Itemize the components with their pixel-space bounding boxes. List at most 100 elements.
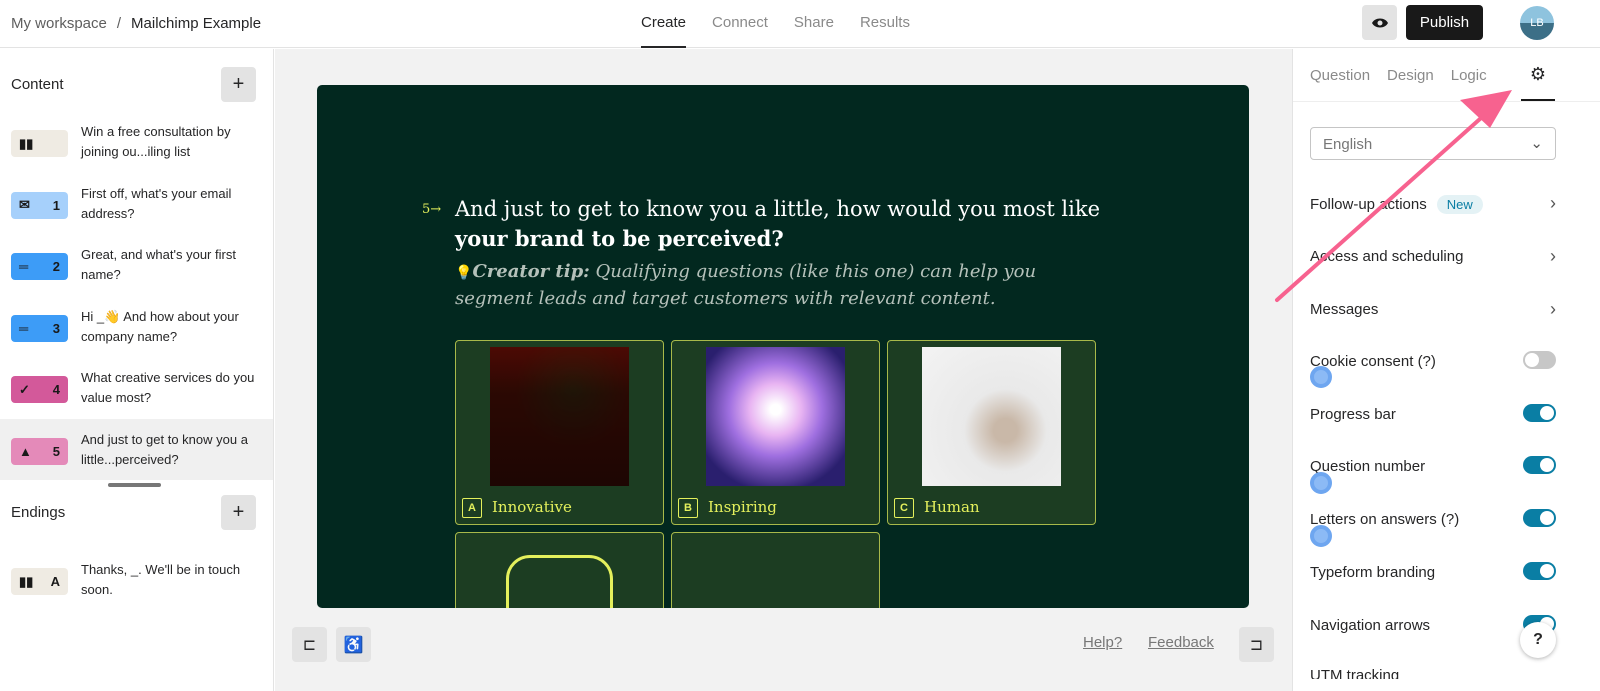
choice-other[interactable] xyxy=(455,532,664,608)
item-badge: ▲ 5 xyxy=(11,437,68,465)
settings-panel: Question Design Logic ⚙ English ⌄ Follow-… xyxy=(1292,49,1600,691)
arrow-right-icon: → xyxy=(430,202,442,217)
tab-connect[interactable]: Connect xyxy=(712,0,768,48)
utm-tracking-link[interactable]: UTM tracking xyxy=(1310,667,1556,679)
tab-create[interactable]: Create xyxy=(641,0,687,48)
tab-settings[interactable]: ⚙ xyxy=(1521,49,1555,101)
item-text: First off, what's your email address? xyxy=(81,185,232,221)
choice-a[interactable]: A Innovative xyxy=(455,340,664,525)
item-text: And just to get to know you a little...p… xyxy=(81,431,248,467)
welcome-icon: ▮▮ xyxy=(19,135,34,151)
choice-letter: B xyxy=(678,498,698,518)
item-number: 4 xyxy=(52,382,60,397)
content-title: Content xyxy=(11,76,64,93)
help-link[interactable]: Help? xyxy=(1083,634,1122,651)
item-text: What creative services do you value most… xyxy=(81,370,255,405)
chevron-right-icon: › xyxy=(1550,246,1556,266)
setting-toggle-row: Navigation arrows xyxy=(1310,614,1556,634)
chevron-down-icon: ⌄ xyxy=(1530,135,1543,152)
panel-left-icon: ⊏ xyxy=(302,636,317,654)
cursor-marker xyxy=(1310,525,1332,547)
choice-b[interactable]: B Inspiring xyxy=(671,340,880,525)
cursor-marker xyxy=(1310,366,1332,388)
choice-image xyxy=(490,347,629,486)
chevron-right-icon: › xyxy=(1550,193,1556,213)
main-tabs: Create Connect Share Results xyxy=(641,0,910,48)
item-badge: ✉ 1 xyxy=(11,191,68,219)
content-item[interactable]: ✉ 1 First off, what's your email address? xyxy=(0,173,273,234)
breadcrumb-form[interactable]: Mailchimp Example xyxy=(131,15,261,32)
setting-toggle-row: Progress bar xyxy=(1310,403,1556,423)
breadcrumb-workspace[interactable]: My workspace xyxy=(11,15,107,32)
item-badge: ═ 3 xyxy=(11,314,68,342)
content-item[interactable]: ✓ 4 What creative services do you value mo… xyxy=(0,357,273,418)
tab-design[interactable]: Design xyxy=(1387,67,1434,84)
tab-results[interactable]: Results xyxy=(860,0,910,48)
eye-icon xyxy=(1371,18,1388,27)
toggle-label: Letters on answers (?) xyxy=(1310,511,1460,529)
content-item[interactable]: ▲ 5 And just to get to know you a little..… xyxy=(0,418,273,480)
chevron-right-icon: › xyxy=(1550,299,1556,319)
add-content-button[interactable]: + xyxy=(221,67,256,102)
content-item[interactable]: ═ 3 Hi _👋 And how about your company name? xyxy=(0,296,273,357)
question-description[interactable]: 💡Creator tip: Qualifying questions (like… xyxy=(455,259,1115,312)
toggle-label: Cookie consent (?) xyxy=(1310,353,1436,370)
resize-handle[interactable] xyxy=(108,483,161,487)
email-icon: ✉ xyxy=(19,197,30,212)
access-scheduling-link[interactable]: Access and scheduling › xyxy=(1310,246,1556,266)
help-button[interactable]: ? xyxy=(1520,622,1556,658)
toggle-switch[interactable] xyxy=(1523,561,1556,580)
choice-empty[interactable] xyxy=(671,532,880,608)
follow-up-actions-link[interactable]: Follow-up actions New › xyxy=(1310,193,1556,214)
choice-letter: C xyxy=(894,498,914,518)
item-badge: ▮▮ xyxy=(11,130,68,157)
accessibility-button[interactable]: ♿ xyxy=(336,627,371,662)
collapse-left-button[interactable]: ⊏ xyxy=(292,627,327,662)
toggle-label: Progress bar xyxy=(1310,405,1396,423)
item-badge: ✓ 4 xyxy=(11,376,68,403)
lightbulb-icon: 💡 xyxy=(455,265,473,281)
choice-c[interactable]: C Human xyxy=(887,340,1096,525)
endings-title: Endings xyxy=(11,504,66,521)
item-text: Win a free consultation by joining ou...… xyxy=(81,124,231,159)
item-badge: ═ 2 xyxy=(11,253,68,280)
feedback-link[interactable]: Feedback xyxy=(1148,634,1214,651)
question-number: 5→ xyxy=(422,202,442,217)
toggle-switch[interactable] xyxy=(1523,509,1556,528)
toggle-switch[interactable] xyxy=(1523,351,1556,369)
tab-question[interactable]: Question xyxy=(1310,67,1370,84)
short-text-icon: ═ xyxy=(19,259,29,274)
choice-image xyxy=(922,347,1061,486)
tab-logic[interactable]: Logic xyxy=(1451,67,1487,84)
question-title[interactable]: And just to get to know you a little, ho… xyxy=(455,195,1135,254)
language-select[interactable]: English ⌄ xyxy=(1310,127,1556,160)
panel-right-icon: ⊐ xyxy=(1249,636,1264,654)
add-ending-button[interactable]: + xyxy=(221,495,256,530)
content-item[interactable]: ═ 2 Great, and what's your first name? xyxy=(0,234,273,295)
picture-choice-icon: ▲ xyxy=(19,443,32,459)
toggle-switch[interactable] xyxy=(1523,456,1556,475)
item-number: 1 xyxy=(52,197,60,213)
ending-letter: A xyxy=(50,574,60,589)
choice-label: Human xyxy=(924,498,980,516)
item-text: Hi _👋 And how about your company name? xyxy=(81,308,239,344)
top-bar: My workspace / Mailchimp Example Create Co… xyxy=(0,0,1600,48)
preview-button[interactable] xyxy=(1362,5,1397,40)
ending-item[interactable]: ▮▮ A Thanks, _. We'll be in touch soon. xyxy=(0,549,273,610)
editor-area: 5→ And just to get to know you a little,… xyxy=(275,49,1292,691)
setting-toggle-row: Question number xyxy=(1310,456,1556,475)
avatar[interactable]: LB xyxy=(1520,6,1554,40)
toggle-switch[interactable] xyxy=(1523,403,1556,422)
publish-button[interactable]: Publish xyxy=(1406,5,1483,40)
ending-badge: ▮▮ A xyxy=(11,568,68,595)
breadcrumb-separator: / xyxy=(116,15,122,32)
setting-toggle-row: Letters on answers (?) xyxy=(1310,509,1556,529)
multiple-choice-icon: ✓ xyxy=(19,381,30,397)
gear-icon: ⚙ xyxy=(1529,63,1547,84)
collapse-right-button[interactable]: ⊐ xyxy=(1239,627,1274,662)
form-preview-canvas: 5→ And just to get to know you a little,… xyxy=(317,85,1249,608)
ending-text: Thanks, _. We'll be in touch soon. xyxy=(81,562,241,597)
tab-share[interactable]: Share xyxy=(794,0,834,48)
messages-link[interactable]: Messages › xyxy=(1310,299,1556,319)
content-item[interactable]: ▮▮ Win a free consultation by joining ou.… xyxy=(0,111,273,172)
